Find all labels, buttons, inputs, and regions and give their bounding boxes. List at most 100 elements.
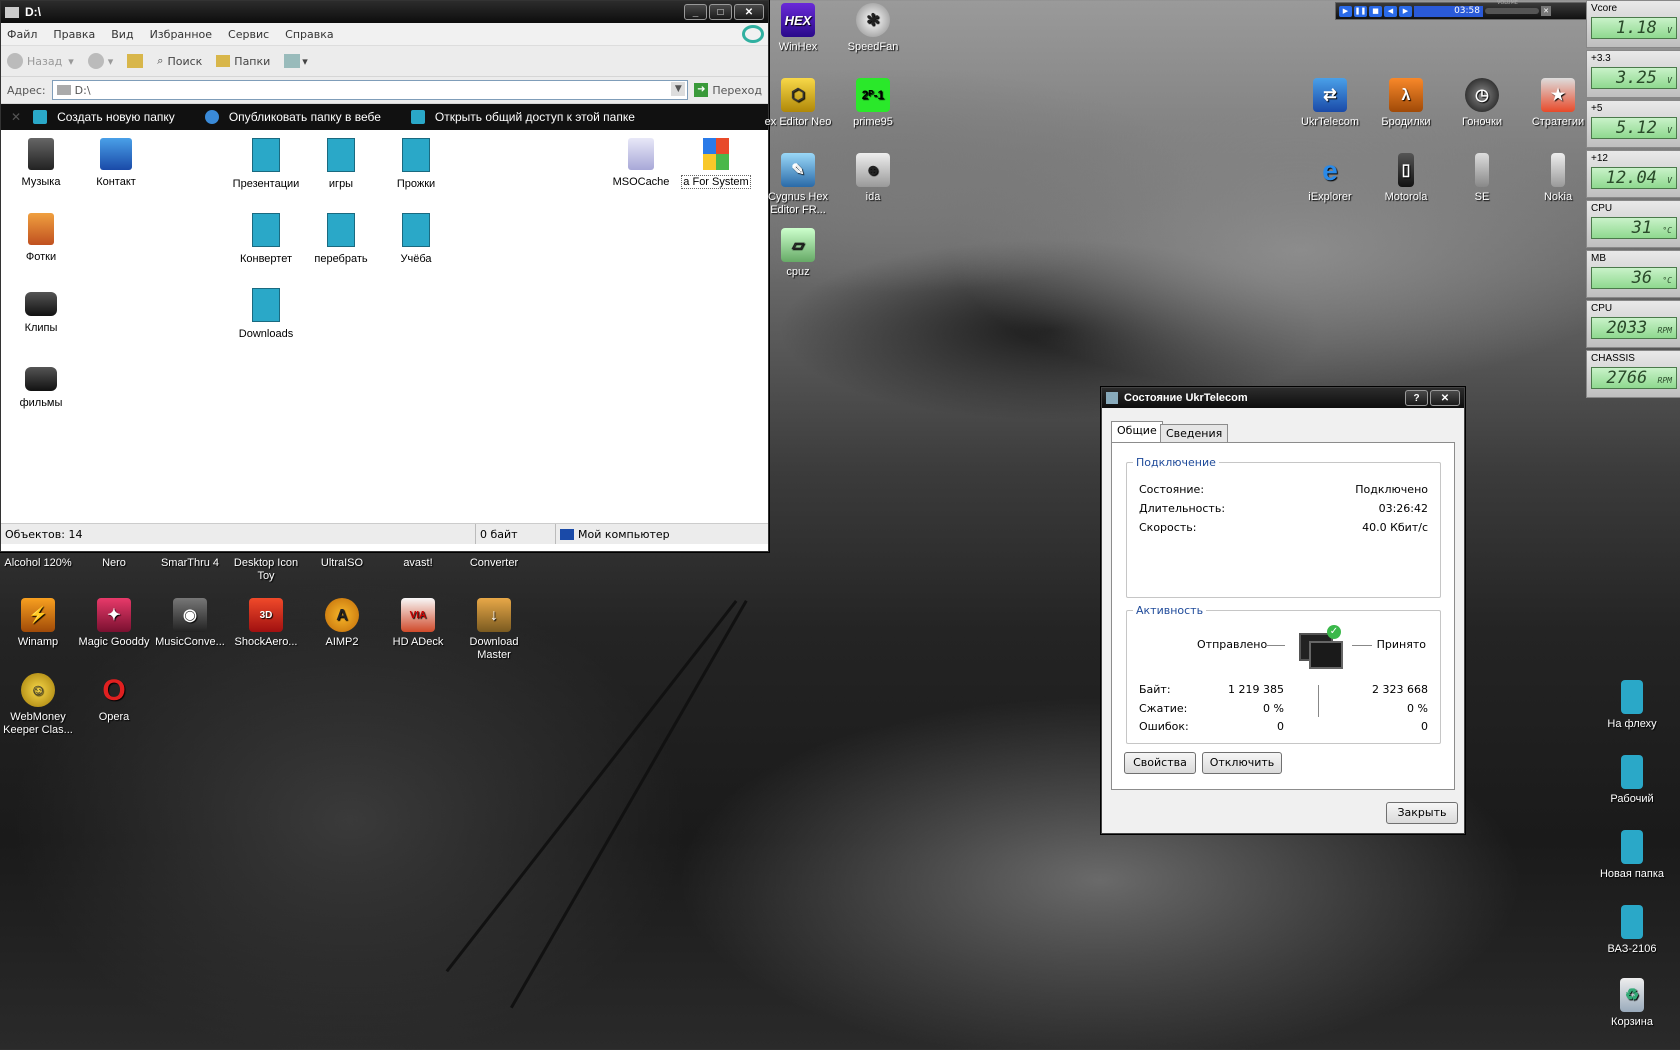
volume-slider[interactable]: VOLUME [1485,0,1539,14]
file-item[interactable]: Клипы [6,288,76,334]
minimize-button[interactable]: _ [684,4,707,20]
desktop-icon[interactable]: ♻ Корзина [1594,978,1670,1029]
forward-button[interactable]: ▾ [87,53,113,69]
desktop-icon[interactable]: ✻ SpeedFan [835,3,911,54]
file-item[interactable]: Презентации [231,138,301,190]
sensor-gadget[interactable]: +3.3 3.25 V [1586,50,1680,98]
task-publish[interactable]: Опубликовать папку в вебе [204,110,381,124]
menu-favorites[interactable]: Избранное [150,28,212,41]
sensor-gadget[interactable]: CPU 31 °C [1586,200,1680,248]
desktop-icon[interactable]: ↓ Download Master [456,598,532,662]
tab-details[interactable]: Сведения [1160,424,1229,443]
desktop-icon[interactable]: Новая папка [1594,830,1670,881]
desktop-icon[interactable]: A AIMP2 [304,598,380,649]
file-item[interactable]: игры [306,138,376,190]
disconnect-button[interactable]: Отключить [1202,752,1282,774]
task-new-folder[interactable]: Создать новую папку [33,110,175,124]
explorer-titlebar[interactable]: D:\ _ □ ✕ [1,1,768,23]
desktop-icon[interactable]: ✦ Magic Gooddy [76,598,152,649]
play-icon[interactable]: ▶ [1339,5,1352,17]
menu-file[interactable]: Файл [7,28,37,41]
desktop-icon[interactable]: UltraISO [304,557,380,570]
menu-tools[interactable]: Сервис [228,28,269,41]
desktop-icon[interactable]: На флеху [1594,680,1670,731]
desktop-icon[interactable]: Alcohol 120% [0,557,76,570]
desktop-icon[interactable]: SmarThru 4 [152,557,228,570]
desktop-icon[interactable]: ▱ cpuz [760,228,836,279]
up-folder-button[interactable] [127,54,144,68]
back-button[interactable]: Назад ▾ [7,53,74,69]
desktop-icon[interactable]: Рабочий [1594,755,1670,806]
file-item[interactable]: Конвертет [231,213,301,265]
desktop-icon[interactable]: Converter [456,557,532,570]
sensor-gadget[interactable]: MB 36 °C [1586,250,1680,298]
desktop-icon[interactable]: ⬡ ex Editor Neo [760,78,836,129]
stop-icon[interactable]: ■ [1369,5,1382,17]
desktop-icon[interactable]: HEX WinHex [760,3,836,54]
folders-button[interactable]: Папки [216,55,270,68]
desktop-icon[interactable]: avast! [380,557,456,570]
next-icon[interactable]: ▶ [1399,5,1412,17]
sensor-gadget[interactable]: Vcore 1.18 V [1586,0,1680,48]
desktop-icon[interactable]: e iExplorer [1292,153,1368,204]
close-dialog-button[interactable]: Закрыть [1386,802,1458,824]
video-camera-icon [25,367,57,391]
menu-help[interactable]: Справка [285,28,333,41]
dialog-titlebar[interactable]: Состояние UkrTelecom ? ✕ [1102,388,1464,408]
task-share[interactable]: Открыть общий доступ к этой папке [410,110,635,124]
menu-edit[interactable]: Правка [53,28,95,41]
file-item[interactable]: Прожки [381,138,451,190]
pause-icon[interactable]: ❚❚ [1354,5,1367,17]
file-item[interactable]: MSOCache [606,138,676,188]
file-item[interactable]: Downloads [231,288,301,340]
desktop-icon[interactable]: ☺ WebMoney Keeper Clas... [0,673,76,737]
tab-general[interactable]: Общие [1111,421,1163,442]
file-item[interactable]: Музыка [6,138,76,188]
sensor-gadget[interactable]: +5 5.12 V [1586,100,1680,148]
window-title: D:\ [25,5,41,19]
media-player[interactable]: ▶ ❚❚ ■ ◀ ▶ 03:58 VOLUME ✕ [1335,0,1588,20]
desktop-icon[interactable]: ★ Стратегии [1520,78,1596,129]
desktop-icon[interactable]: 3D ShockAero... [228,598,304,649]
properties-button[interactable]: Свойства [1124,752,1196,774]
desktop-icon[interactable]: Nokia [1520,153,1596,204]
search-button[interactable]: ⌕ Поиск [157,54,202,68]
explorer-window[interactable]: D:\ _ □ ✕ Файл Правка Вид Избранное Серв… [0,0,769,552]
views-button[interactable]: ▾ [284,54,308,68]
sensor-gadget[interactable]: +12 12.04 V [1586,150,1680,198]
desktop-icon[interactable]: λ Бродилки [1368,78,1444,129]
address-input[interactable]: D:\ ▼ [51,80,689,100]
desktop-icon[interactable]: Desktop Icon Toy [228,557,304,583]
desktop-icon[interactable]: VIA HD ADeck [380,598,456,649]
maximize-button[interactable]: □ [709,4,732,20]
go-button[interactable]: ➜ Переход [694,83,762,97]
player-close-icon[interactable]: ✕ [1541,6,1551,16]
connection-status-dialog[interactable]: Состояние UkrTelecom ? ✕ Общие Сведения … [1101,387,1465,834]
desktop-icon[interactable]: 2ᴾ-1 prime95 [835,78,911,129]
desktop-icon[interactable]: ⚡ Winamp [0,598,76,649]
desktop-icon[interactable]: ▯ Motorola [1368,153,1444,204]
file-item[interactable]: Учёба [381,213,451,265]
sensor-gadget[interactable]: CHASSIS 2766 RPM [1586,350,1680,398]
help-button[interactable]: ? [1405,390,1428,406]
desktop-icon[interactable]: ⇄ UkrTelecom [1292,78,1368,129]
file-item[interactable]: Фотки [6,213,76,263]
file-item[interactable]: Контакт [81,138,151,188]
desktop-icon[interactable]: SE [1444,153,1520,204]
collapse-icon[interactable]: ✕ [11,110,21,124]
desktop-icon[interactable]: ☻ ida [835,153,911,204]
desktop-icon[interactable]: Nero [76,557,152,570]
desktop-icon[interactable]: ✎ Cygnus Hex Editor FR... [760,153,836,217]
file-item[interactable]: фильмы [6,363,76,409]
dropdown-arrow-icon[interactable]: ▼ [671,82,686,96]
prev-icon[interactable]: ◀ [1384,5,1397,17]
file-item[interactable]: a For System [681,138,751,189]
desktop-icon[interactable]: ◉ MusicConve... [152,598,228,649]
desktop-icon[interactable]: O Opera [76,673,152,724]
sensor-gadget[interactable]: CPU 2033 RPM [1586,300,1680,348]
desktop-icon[interactable]: ◷ Гоночки [1444,78,1520,129]
menu-view[interactable]: Вид [111,28,133,41]
desktop-icon[interactable]: ВАЗ-2106 [1594,905,1670,956]
file-item[interactable]: перебрать [306,213,376,265]
dialog-close-button[interactable]: ✕ [1430,390,1460,406]
